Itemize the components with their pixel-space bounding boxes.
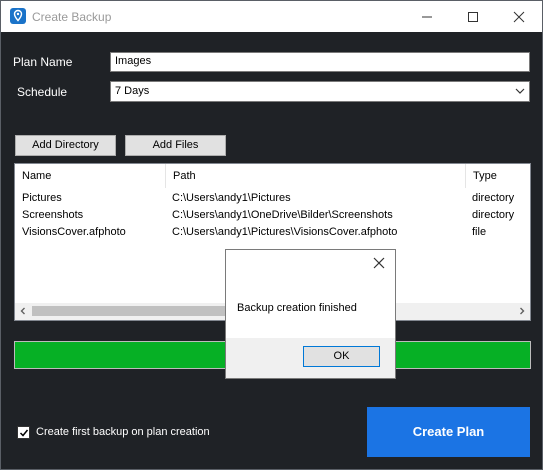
column-header-path[interactable]: Path (166, 164, 466, 188)
column-header-type[interactable]: Type (466, 164, 530, 188)
checkmark-icon (19, 429, 29, 437)
minimize-button[interactable] (404, 1, 450, 32)
schedule-select[interactable]: 7 Days (110, 81, 530, 102)
row-path: C:\Users\andy1\OneDrive\Bilder\Screensho… (172, 209, 393, 221)
first-backup-label[interactable]: Create first backup on plan creation (36, 426, 210, 438)
row-type: file (472, 226, 487, 238)
ok-button[interactable]: OK (303, 346, 380, 367)
title-bar[interactable]: Create Backup (1, 1, 542, 32)
maximize-icon (468, 12, 478, 22)
plan-name-input[interactable]: Images (110, 52, 530, 72)
first-backup-checkbox[interactable] (17, 426, 30, 439)
row-path: C:\Users\andy1\Pictures\VisionsCover.afp… (172, 226, 398, 238)
row-name: Screenshots (22, 209, 84, 221)
schedule-value: 7 Days (115, 85, 150, 97)
close-window-button[interactable] (496, 1, 542, 32)
close-icon[interactable] (372, 256, 386, 270)
minimize-icon (422, 16, 432, 18)
add-files-button[interactable]: Add Files (125, 135, 226, 156)
row-type: directory (472, 192, 515, 204)
row-type: directory (472, 209, 515, 221)
schedule-label: Schedule (17, 85, 68, 99)
close-icon (513, 11, 525, 23)
row-path: C:\Users\andy1\Pictures (172, 192, 291, 204)
arrow-left-icon[interactable] (18, 306, 28, 316)
window-title: Create Backup (32, 10, 112, 24)
chevron-down-icon (515, 88, 525, 94)
column-header-name[interactable]: Name (15, 164, 166, 188)
dialog-footer: OK (226, 338, 395, 378)
app-icon (10, 8, 26, 24)
create-plan-button[interactable]: Create Plan (367, 407, 530, 457)
arrow-right-icon[interactable] (517, 306, 527, 316)
message-dialog: Backup creation finished OK (225, 249, 396, 379)
dialog-message: Backup creation finished (237, 302, 357, 314)
add-directory-button[interactable]: Add Directory (15, 135, 116, 156)
maximize-button[interactable] (450, 1, 496, 32)
row-name: Pictures (22, 192, 62, 204)
plan-name-label: Plan Name (13, 55, 73, 69)
row-name: VisionsCover.afphoto (22, 226, 126, 238)
create-backup-window: Create Backup Plan Name Images Schedule … (0, 0, 543, 470)
